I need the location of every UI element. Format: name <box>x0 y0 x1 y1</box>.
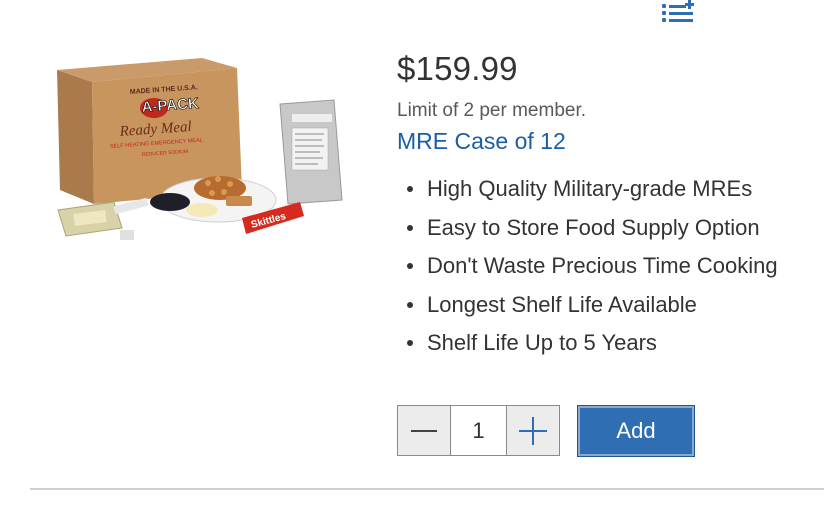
purchase-limit: Limit of 2 per member. <box>397 100 587 121</box>
divider <box>30 488 824 490</box>
quantity-stepper <box>397 405 560 456</box>
quantity-input[interactable] <box>450 406 507 455</box>
feature-item: Shelf Life Up to 5 Years <box>397 326 778 365</box>
feature-item: Don't Waste Precious Time Cooking <box>397 249 778 288</box>
list-add-icon[interactable] <box>662 0 696 26</box>
minus-icon <box>411 429 437 432</box>
increment-button[interactable] <box>507 406 559 455</box>
product-title-link[interactable]: MRE Case of 12 <box>397 128 566 155</box>
product-image[interactable]: MADE IN THE U.S.A. A-PACK Ready Meal SEL… <box>52 52 352 252</box>
feature-item: Easy to Store Food Supply Option <box>397 211 778 250</box>
feature-item: Longest Shelf Life Available <box>397 288 778 327</box>
product-price: $159.99 <box>397 50 518 87</box>
decrement-button[interactable] <box>398 406 450 455</box>
add-to-cart-button[interactable]: Add <box>577 405 695 457</box>
feature-item: High Quality Military-grade MREs <box>397 172 778 211</box>
plus-icon <box>519 416 547 445</box>
feature-list: High Quality Military-grade MREs Easy to… <box>397 172 778 365</box>
